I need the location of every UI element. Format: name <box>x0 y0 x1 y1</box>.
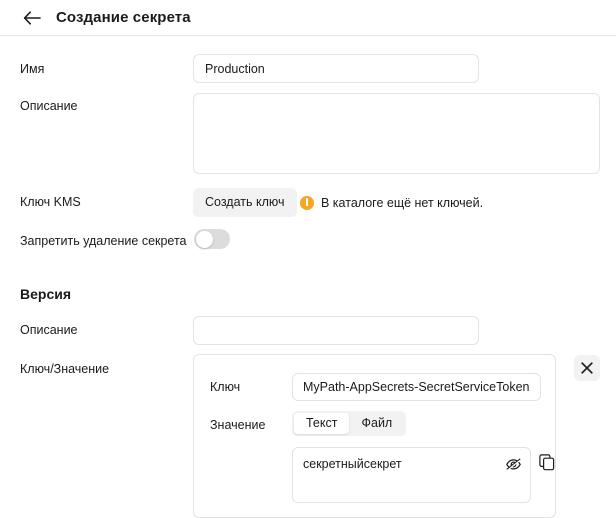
key-value-card: Ключ Значение Текст Файл <box>193 354 556 518</box>
secret-value-input[interactable] <box>303 456 493 472</box>
name-input[interactable] <box>193 54 479 83</box>
eye-slash-icon[interactable] <box>505 456 522 472</box>
toggle-knob <box>195 230 213 248</box>
deletion-protection-toggle[interactable] <box>194 229 230 249</box>
secret-value-box <box>292 447 531 503</box>
segment-text[interactable]: Текст <box>294 413 350 434</box>
page-title: Создание секрета <box>56 9 191 26</box>
kms-warning-text: В каталоге ещё нет ключей. <box>321 195 484 210</box>
kv-value-label: Значение <box>210 418 266 432</box>
name-label: Имя <box>20 62 45 76</box>
deletion-protection-label: Запретить удаление секрета <box>20 234 187 248</box>
segment-file[interactable]: Файл <box>349 413 404 434</box>
version-description-label: Описание <box>20 323 78 337</box>
version-description-input[interactable] <box>193 316 479 345</box>
arrow-left-icon[interactable] <box>21 7 43 29</box>
kv-key-label: Ключ <box>210 380 241 394</box>
description-label: Описание <box>20 99 78 113</box>
kms-warning: В каталоге ещё нет ключей. <box>300 188 483 217</box>
create-key-button[interactable]: Создать ключ <box>193 188 297 217</box>
key-value-label: Ключ/Значение <box>20 362 110 376</box>
value-type-segmented-control[interactable]: Текст Файл <box>292 411 407 436</box>
description-textarea[interactable] <box>193 93 600 174</box>
page-header: Создание секрета <box>0 0 616 36</box>
kms-key-label: Ключ KMS <box>20 195 81 209</box>
remove-key-value-button[interactable] <box>574 355 600 381</box>
close-icon <box>581 362 593 374</box>
version-section-title: Версия <box>20 286 72 302</box>
kv-key-input[interactable] <box>292 373 541 401</box>
copy-icon[interactable] <box>539 454 555 471</box>
warning-circle-icon <box>300 195 314 210</box>
